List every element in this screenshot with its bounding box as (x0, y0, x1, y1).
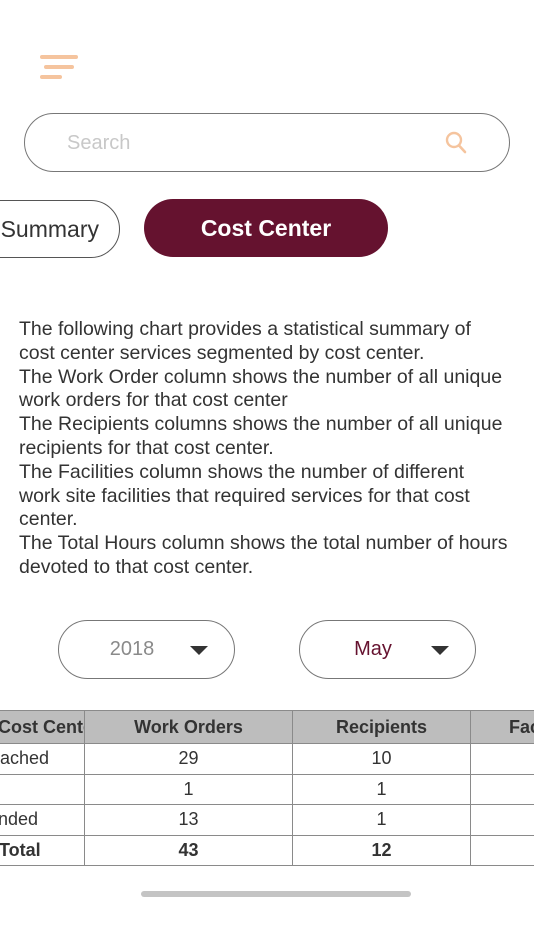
table-cell: 13 (84, 804, 293, 836)
table-cell (470, 804, 534, 836)
column-header-cost-center: Cost Center (0, 710, 85, 744)
tab-summary[interactable]: Summary (0, 200, 120, 258)
table-cell: 29 (84, 743, 293, 775)
tab-cost-center[interactable]: Cost Center (144, 199, 388, 257)
table-cell (470, 743, 534, 775)
table-cell: 1 (292, 773, 471, 805)
search-input[interactable] (67, 128, 427, 158)
description-paragraph: The following chart provides a statistic… (19, 318, 471, 364)
hamburger-menu-icon[interactable] (38, 52, 80, 84)
table-total-row: Total 43 12 (0, 834, 534, 866)
caret-down-icon (190, 646, 208, 655)
table-cell: Total (0, 834, 85, 866)
table-cell: 10 (292, 743, 471, 775)
table-cell (0, 773, 85, 805)
table-header-row: Cost Center Work Orders Recipients Facil… (0, 710, 534, 744)
screen: Summary Cost Center The following chart … (0, 0, 534, 950)
month-dropdown[interactable]: May (299, 620, 476, 679)
cost-center-table: Cost Center Work Orders Recipients Facil… (0, 710, 534, 866)
caret-down-icon (431, 646, 449, 655)
home-indicator[interactable] (141, 891, 411, 897)
table-cell: 12 (292, 834, 471, 866)
table-cell: Funded (0, 804, 85, 836)
column-header-recipients: Recipients (292, 710, 471, 744)
column-header-work-orders: Work Orders (84, 710, 293, 744)
column-header-facilities: Facilities (470, 710, 534, 744)
table-cell: Reached (0, 743, 85, 775)
table-cell (470, 834, 534, 866)
description-paragraph: The Recipients columns shows the number … (19, 413, 503, 459)
table-cell: 1 (84, 773, 293, 805)
table-cell: 1 (292, 804, 471, 836)
description-paragraph: The Work Order column shows the number o… (19, 365, 503, 412)
search-icon[interactable] (445, 131, 467, 155)
search-bar[interactable] (24, 113, 510, 172)
table-row: Reached 29 10 (0, 743, 534, 775)
year-dropdown[interactable]: 2018 (58, 620, 235, 679)
month-dropdown-value: May (354, 638, 392, 660)
description-text: The following chart provides a statistic… (19, 318, 509, 580)
description-paragraph: The Total Hours column shows the total n… (19, 532, 508, 578)
description-paragraph: The Facilities column shows the number o… (19, 460, 470, 531)
table-row: Funded 13 1 (0, 804, 534, 836)
table-cell (470, 773, 534, 805)
table-cell: 43 (84, 834, 293, 866)
year-dropdown-value: 2018 (109, 638, 155, 660)
table-row: 1 1 (0, 773, 534, 805)
